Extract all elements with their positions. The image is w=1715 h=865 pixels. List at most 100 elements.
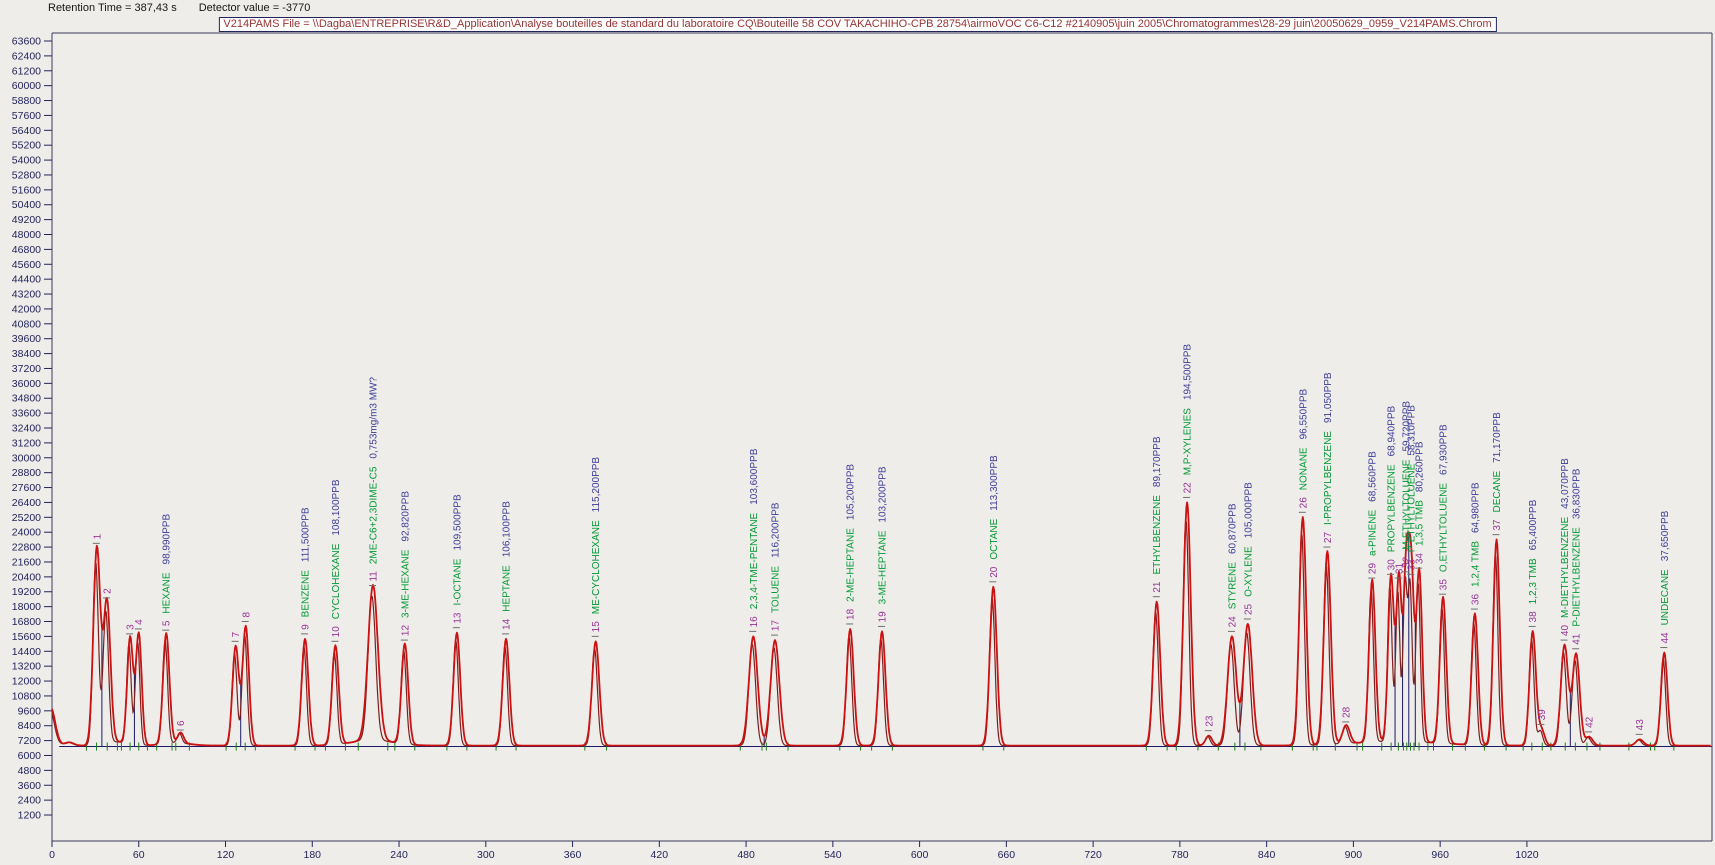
svg-text:23: 23 xyxy=(1204,715,1215,727)
y-tick-label: 46800 xyxy=(12,244,41,256)
peak-label: 20OCTANE113,300PPB xyxy=(989,455,1000,582)
plot-frame xyxy=(52,33,1712,841)
y-tick-label: 61200 xyxy=(12,65,41,77)
x-tick-label: 540 xyxy=(824,849,842,861)
y-tick-label: 4800 xyxy=(18,765,42,777)
peak-label: 2 xyxy=(102,588,113,598)
peak-label: 10CYCLOHEXANE108,100PPB xyxy=(331,479,342,641)
y-tick-label: 27600 xyxy=(12,482,41,494)
chromatogram-plot[interactable]: 1200240036004800600072008400960010800120… xyxy=(0,0,1715,865)
peak-label: 24STYRENE60,870PPB xyxy=(1227,503,1238,631)
svg-text:35O,ETHYLTOLUENE67,930PPB: 35O,ETHYLTOLUENE67,930PPB xyxy=(1439,424,1450,590)
x-axis: 0601201802403003604204805406006607207808… xyxy=(49,841,1539,861)
y-tick-label: 48000 xyxy=(12,229,41,241)
y-tick-label: 31200 xyxy=(12,437,41,449)
peak-label: 5HEXANE98,990PPB xyxy=(162,514,173,631)
peak-label: 193-ME-HEPTANE103,200PPB xyxy=(878,466,889,626)
svg-text:30PROPYLBENZENE68,940PPB: 30PROPYLBENZENE68,940PPB xyxy=(1386,405,1397,570)
svg-text:17TOLUENE116,200PPB: 17TOLUENE116,200PPB xyxy=(771,502,782,631)
peak-label: 35O,ETHYLTOLUENE67,930PPB xyxy=(1439,424,1450,594)
svg-text:341,3,5 TMB80,260PPB: 341,3,5 TMB80,260PPB xyxy=(1415,441,1426,564)
svg-text:8: 8 xyxy=(241,611,252,617)
y-tick-label: 10800 xyxy=(12,690,41,702)
peak-label: 42 xyxy=(1585,716,1596,732)
x-tick-label: 780 xyxy=(1171,849,1189,861)
x-tick-label: 0 xyxy=(49,849,55,861)
peak-label: 27I-PROPYLBENZENE91,050PPB xyxy=(1323,372,1334,547)
svg-text:381,2,3 TMB65,400PPB: 381,2,3 TMB65,400PPB xyxy=(1528,499,1539,622)
svg-text:182-ME-HEPTANE105,200PPB: 182-ME-HEPTANE105,200PPB xyxy=(846,464,857,620)
x-tick-label: 120 xyxy=(217,849,235,861)
peak-labels: 12345HEXANE98,990PPB6789BENZENE111,500PP… xyxy=(92,344,1670,735)
y-tick-label: 25200 xyxy=(12,512,41,524)
svg-text:7: 7 xyxy=(231,631,242,637)
y-tick-label: 58800 xyxy=(12,95,41,107)
svg-text:21ETHYLBENZENE89,170PPB: 21ETHYLBENZENE89,170PPB xyxy=(1152,436,1163,593)
y-tick-label: 6000 xyxy=(18,750,42,762)
y-tick-label: 9600 xyxy=(18,705,42,717)
peak-label: 25O-XYLENE105,000PPB xyxy=(1243,482,1254,619)
peak-label: 13I-OCTANE109,500PPB xyxy=(452,494,463,628)
x-tick-label: 300 xyxy=(477,849,495,861)
peak-label: 40M-DIETHYLBENZENE43,070PPB xyxy=(1560,458,1571,640)
peak-label: 7 xyxy=(231,631,242,641)
svg-text:123-ME-HEXANE92,820PPB: 123-ME-HEXANE92,820PPB xyxy=(400,491,411,636)
y-tick-label: 16800 xyxy=(12,616,41,628)
y-tick-label: 50400 xyxy=(12,199,41,211)
y-tick-label: 39600 xyxy=(12,333,41,345)
y-tick-label: 63600 xyxy=(12,36,41,48)
x-tick-label: 840 xyxy=(1258,849,1276,861)
y-tick-label: 38400 xyxy=(12,348,41,360)
peak-label: 8 xyxy=(241,611,252,621)
svg-text:15ME-CYCLOHEXANE115,200PPB: 15ME-CYCLOHEXANE115,200PPB xyxy=(591,457,602,633)
svg-text:22M,P-XYLENES194,500PPB: 22M,P-XYLENES194,500PPB xyxy=(1183,344,1194,494)
svg-text:9BENZENE111,500PPB: 9BENZENE111,500PPB xyxy=(301,507,312,630)
svg-text:10CYCLOHEXANE108,100PPB: 10CYCLOHEXANE108,100PPB xyxy=(331,479,342,637)
peak-label: 22M,P-XYLENES194,500PPB xyxy=(1183,344,1194,498)
y-tick-label: 40800 xyxy=(12,318,41,330)
svg-text:44UNDECANE37,650PPB: 44UNDECANE37,650PPB xyxy=(1660,510,1671,643)
y-tick-label: 7200 xyxy=(18,735,42,747)
svg-text:193-ME-HEPTANE103,200PPB: 193-ME-HEPTANE103,200PPB xyxy=(878,466,889,622)
y-tick-label: 12000 xyxy=(12,676,41,688)
retention-time-readout: Retention Time = 387,43 s xyxy=(48,2,177,14)
peak-label: 15ME-CYCLOHEXANE115,200PPB xyxy=(591,457,602,637)
peak-label: 26NONANE96,550PPB xyxy=(1298,388,1309,512)
svg-text:42: 42 xyxy=(1585,716,1596,728)
peak-label: 23 xyxy=(1204,715,1215,731)
svg-text:13I-OCTANE109,500PPB: 13I-OCTANE109,500PPB xyxy=(452,494,463,624)
y-tick-label: 60000 xyxy=(12,80,41,92)
y-tick-label: 54000 xyxy=(12,155,41,167)
peak-label: 30PROPYLBENZENE68,940PPB xyxy=(1386,405,1397,574)
x-tick-label: 240 xyxy=(390,849,408,861)
y-tick-label: 36000 xyxy=(12,378,41,390)
y-tick-label: 32400 xyxy=(12,423,41,435)
x-tick-label: 480 xyxy=(737,849,755,861)
x-tick-label: 900 xyxy=(1345,849,1363,861)
peak-label: 9BENZENE111,500PPB xyxy=(301,507,312,634)
y-tick-label: 18000 xyxy=(12,601,41,613)
file-title-box: V214PAMS File = \\Dagba\ENTREPRISE\R&D_A… xyxy=(218,17,1496,32)
x-tick-label: 180 xyxy=(304,849,322,861)
peak-label: 43 xyxy=(1635,719,1646,735)
svg-text:5HEXANE98,990PPB: 5HEXANE98,990PPB xyxy=(162,514,173,627)
peak-label: 361,2,4 TMB64,980PPB xyxy=(1470,482,1481,609)
peak-label: 21ETHYLBENZENE89,170PPB xyxy=(1152,436,1163,597)
peak-label: 41P-DIETHYLBENZENE36,830PPB xyxy=(1572,468,1583,649)
peak-label: 17TOLUENE116,200PPB xyxy=(771,502,782,635)
y-tick-label: 62400 xyxy=(12,50,41,62)
x-tick-label: 360 xyxy=(564,849,582,861)
y-tick-label: 49200 xyxy=(12,214,41,226)
peak-label: 112ME-C6+2,3DIME-C50,753mg/m3 MW? xyxy=(369,376,380,585)
y-tick-label: 19200 xyxy=(12,586,41,598)
svg-text:1: 1 xyxy=(92,533,103,539)
y-tick-label: 13200 xyxy=(12,661,41,673)
y-tick-label: 24000 xyxy=(12,527,41,539)
y-tick-label: 42000 xyxy=(12,303,41,315)
svg-text:41P-DIETHYLBENZENE36,830PPB: 41P-DIETHYLBENZENE36,830PPB xyxy=(1572,468,1583,645)
x-tick-label: 960 xyxy=(1431,849,1449,861)
y-tick-label: 3600 xyxy=(18,780,42,792)
svg-text:162,3,4-TME-PENTANE103,600PPB: 162,3,4-TME-PENTANE103,600PPB xyxy=(749,448,760,627)
y-tick-label: 1200 xyxy=(18,810,42,822)
peak-label: 14HEPTANE106,100PPB xyxy=(502,501,513,634)
